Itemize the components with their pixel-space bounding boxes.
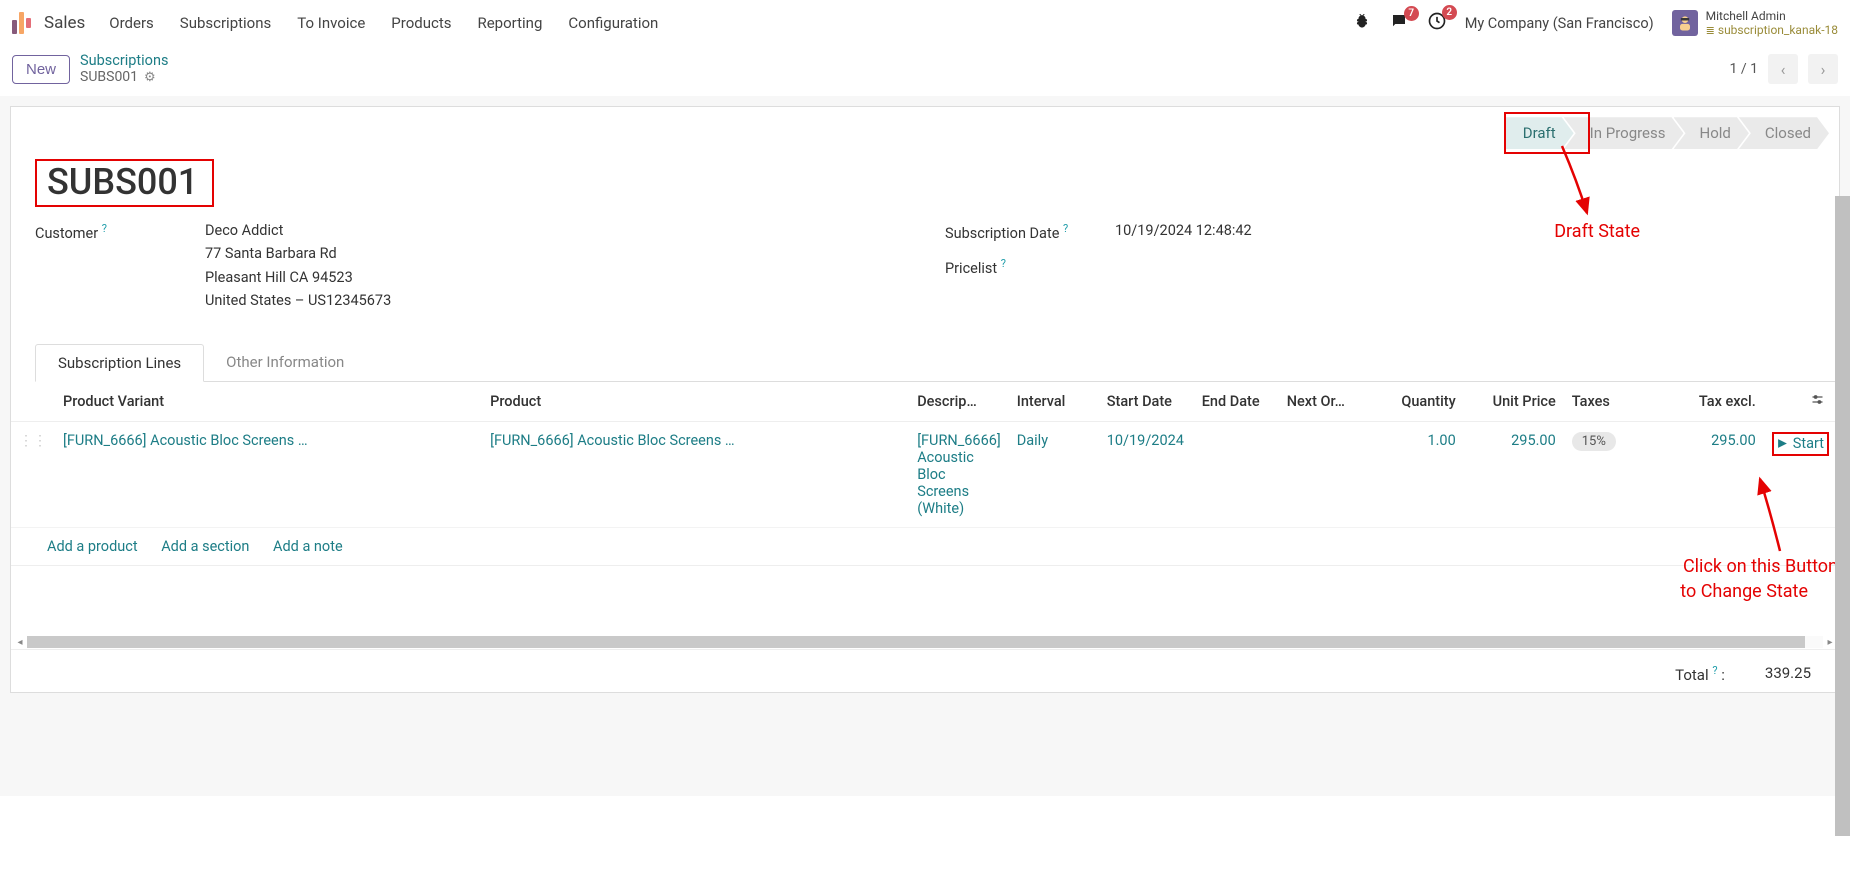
- record-title[interactable]: SUBS001: [47, 161, 198, 203]
- avatar-icon: [1672, 10, 1698, 36]
- status-in-progress[interactable]: In Progress: [1564, 117, 1684, 149]
- help-icon[interactable]: ?: [102, 222, 107, 235]
- col-variant[interactable]: Product Variant: [55, 382, 482, 422]
- cell-description[interactable]: [FURN_6666] Acoustic Bloc Screens (White…: [909, 421, 1009, 527]
- help-icon[interactable]: ?: [1001, 257, 1006, 270]
- col-product[interactable]: Product: [482, 382, 909, 422]
- tab-subscription-lines[interactable]: Subscription Lines: [35, 344, 204, 382]
- new-button[interactable]: New: [12, 55, 70, 84]
- nav-reporting[interactable]: Reporting: [477, 14, 542, 32]
- messages-icon[interactable]: 7: [1389, 12, 1409, 35]
- customer-addr2: Pleasant Hill CA 94523: [205, 266, 391, 289]
- horizontal-scrollbar[interactable]: ◂ ▸: [11, 635, 1839, 649]
- database-icon: ≣: [1706, 24, 1715, 37]
- cell-quantity[interactable]: 1.00: [1374, 421, 1464, 527]
- nav-subscriptions[interactable]: Subscriptions: [180, 14, 271, 32]
- add-note-link[interactable]: Add a note: [273, 538, 343, 555]
- app-logo-icon[interactable]: [12, 12, 34, 34]
- content-area: Draft In Progress Hold Closed SUBS001 Cu…: [0, 96, 1850, 796]
- user-menu[interactable]: Mitchell Admin ≣subscription_kanak-18: [1672, 9, 1838, 38]
- total-label: Total: [1675, 666, 1709, 684]
- tab-other-information[interactable]: Other Information: [204, 344, 366, 381]
- pricelist-label: Pricelist: [945, 260, 997, 277]
- cell-end-date[interactable]: [1194, 421, 1279, 527]
- help-icon[interactable]: ?: [1712, 664, 1717, 677]
- start-button-label: Start: [1793, 435, 1824, 452]
- nav-to-invoice[interactable]: To Invoice: [297, 14, 365, 32]
- table-row[interactable]: ⋮⋮ [FURN_6666] Acoustic Bloc Screens … […: [11, 421, 1839, 527]
- cell-interval[interactable]: Daily: [1009, 421, 1099, 527]
- gear-icon[interactable]: ⚙: [144, 70, 156, 86]
- drag-handle-icon[interactable]: ⋮⋮: [19, 433, 47, 449]
- total-row: Total ? : 339.25: [11, 649, 1839, 692]
- customer-name[interactable]: Deco Addict: [205, 219, 391, 242]
- company-selector[interactable]: My Company (San Francisco): [1465, 15, 1654, 32]
- nav-links: Orders Subscriptions To Invoice Products…: [109, 14, 658, 32]
- nav-products[interactable]: Products: [391, 14, 451, 32]
- col-description[interactable]: Descrip…: [909, 382, 1009, 422]
- total-value: 339.25: [1765, 664, 1811, 684]
- customer-addr1: 77 Santa Barbara Rd: [205, 242, 391, 265]
- pager-next-button[interactable]: ›: [1808, 54, 1838, 84]
- vertical-scrollbar[interactable]: [1835, 196, 1850, 836]
- customer-addr3: United States – US12345673: [205, 289, 391, 312]
- nav-orders[interactable]: Orders: [109, 14, 154, 32]
- cell-next-order[interactable]: [1279, 421, 1374, 527]
- status-bar: Draft In Progress Hold Closed: [11, 107, 1839, 159]
- app-name: Sales: [44, 13, 85, 33]
- pager-prev-button[interactable]: ‹: [1768, 54, 1798, 84]
- cell-product[interactable]: [FURN_6666] Acoustic Bloc Screens …: [482, 421, 909, 527]
- col-next-order[interactable]: Next Or…: [1279, 382, 1374, 422]
- col-interval[interactable]: Interval: [1009, 382, 1099, 422]
- form-card: Draft In Progress Hold Closed SUBS001 Cu…: [10, 106, 1840, 693]
- add-section-link[interactable]: Add a section: [161, 538, 249, 555]
- status-draft[interactable]: Draft: [1505, 117, 1574, 149]
- columns-settings-icon[interactable]: [1810, 394, 1825, 411]
- top-nav: Sales Orders Subscriptions To Invoice Pr…: [0, 0, 1850, 46]
- lines-table: Product Variant Product Descrip… Interva…: [11, 382, 1839, 636]
- user-name: Mitchell Admin: [1706, 9, 1838, 23]
- pager-text[interactable]: 1 / 1: [1730, 61, 1758, 77]
- db-name: subscription_kanak-18: [1718, 23, 1838, 37]
- add-product-link[interactable]: Add a product: [47, 538, 138, 555]
- activities-icon[interactable]: 2: [1427, 11, 1447, 36]
- subscription-date-label: Subscription Date: [945, 225, 1059, 242]
- cell-start-date[interactable]: 10/19/2024: [1099, 421, 1194, 527]
- customer-label: Customer: [35, 225, 98, 242]
- activities-badge: 2: [1442, 5, 1457, 20]
- breadcrumb-row: New Subscriptions SUBS001 ⚙ 1 / 1 ‹ ›: [0, 46, 1850, 96]
- col-start-date[interactable]: Start Date: [1099, 382, 1194, 422]
- subscription-date-value[interactable]: 10/19/2024 12:48:42: [1115, 219, 1252, 242]
- cell-variant[interactable]: [FURN_6666] Acoustic Bloc Screens …: [55, 421, 482, 527]
- col-end-date[interactable]: End Date: [1194, 382, 1279, 422]
- col-unit-price[interactable]: Unit Price: [1464, 382, 1564, 422]
- messages-badge: 7: [1404, 6, 1419, 21]
- breadcrumb-current: SUBS001: [80, 69, 138, 86]
- cell-tax-excl[interactable]: 295.00: [1634, 421, 1764, 527]
- scroll-left-icon[interactable]: ◂: [13, 637, 27, 648]
- start-button[interactable]: Start: [1777, 435, 1824, 452]
- cell-unit-price[interactable]: 295.00: [1464, 421, 1564, 527]
- help-icon[interactable]: ?: [1063, 222, 1068, 235]
- status-closed[interactable]: Closed: [1739, 117, 1829, 149]
- breadcrumb-parent[interactable]: Subscriptions: [80, 52, 168, 69]
- annotation-box-start: Start: [1772, 432, 1829, 456]
- col-taxes[interactable]: Taxes: [1564, 382, 1634, 422]
- annotation-box-title: SUBS001: [35, 159, 214, 207]
- cell-tax[interactable]: 15%: [1572, 432, 1616, 451]
- bug-icon[interactable]: [1353, 12, 1371, 35]
- col-tax-excl[interactable]: Tax excl.: [1634, 382, 1764, 422]
- status-hold[interactable]: Hold: [1674, 117, 1749, 149]
- nav-configuration[interactable]: Configuration: [568, 14, 658, 32]
- tabs: Subscription Lines Other Information: [35, 344, 1839, 382]
- col-quantity[interactable]: Quantity: [1374, 382, 1464, 422]
